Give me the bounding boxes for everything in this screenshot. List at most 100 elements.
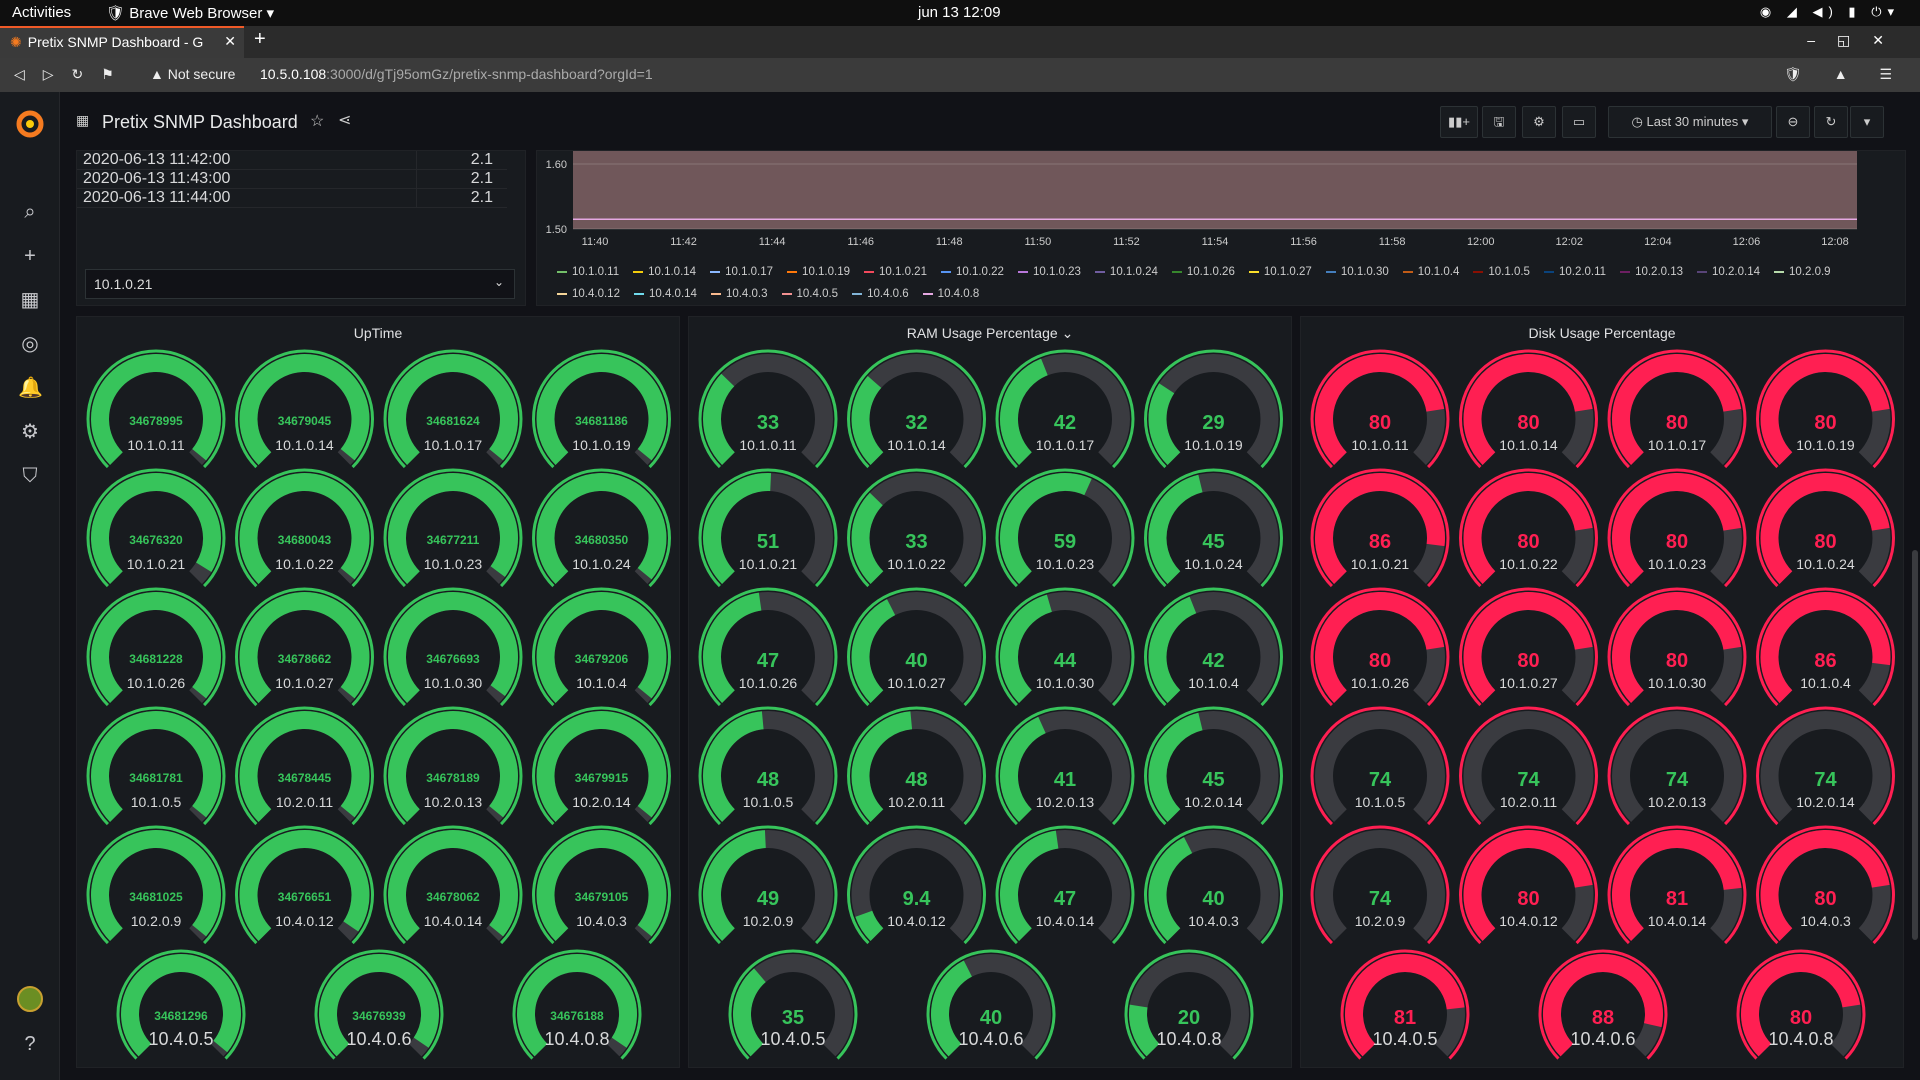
security-indicator[interactable]: ▲ Not secure [150, 66, 235, 82]
gauge: 80 10.1.0.19 [1756, 349, 1895, 469]
legend-item[interactable]: 10.1.0.17 [710, 261, 773, 283]
close-tab-icon[interactable]: ✕ [224, 33, 236, 50]
line-chart[interactable]: 1.60 1.50 11:40 11:42 11:44 11:46 11:48 11:50 11… [537, 151, 1907, 259]
gauge-value: 34681296 [154, 1009, 208, 1023]
gauge-value: 9.4 [903, 888, 932, 910]
dashboards-icon[interactable]: ▦ [18, 288, 42, 312]
gauge-value: 33 [905, 531, 927, 553]
gauge: 29 10.1.0.19 [1144, 349, 1283, 469]
dashboard-settings-button[interactable]: ⚙ [1522, 106, 1556, 138]
server-admin-shield-icon[interactable]: ⛉ [18, 464, 42, 488]
save-dashboard-button[interactable]: 🖫 [1482, 106, 1516, 138]
share-icon[interactable]: ⋖ [338, 110, 351, 130]
cycle-view-mode-button[interactable]: ▭ [1562, 106, 1596, 138]
legend-item[interactable]: 10.1.0.11 [557, 261, 619, 283]
table-cell-time: 2020-06-13 11:43:00 [77, 169, 417, 189]
gauge: 59 10.1.0.23 [995, 468, 1135, 588]
gauge: 34678189 10.2.0.13 [383, 706, 523, 826]
gauge-host-label: 10.1.0.17 [424, 437, 483, 453]
gauge-value: 80 [1369, 650, 1391, 672]
legend-item[interactable]: 10.2.0.13 [1620, 261, 1683, 283]
address-input[interactable]: 10.5.0.108:3000/d/gTj95omGz/pretix-snmp-… [260, 66, 653, 82]
legend-item[interactable]: 10.2.0.11 [1543, 261, 1606, 283]
alerting-bell-icon[interactable]: 🔔 [18, 376, 43, 400]
legend-item[interactable]: 10.1.0.26 [1171, 261, 1235, 283]
gauge: 80 10.1.0.23 [1607, 468, 1747, 588]
zoom-out-button[interactable]: ⊖ [1776, 106, 1810, 138]
legend-item[interactable]: 10.1.0.24 [1094, 261, 1158, 283]
host-select[interactable]: 10.1.0.21 ⌄ [85, 269, 515, 299]
legend-item[interactable]: 10.4.0.8 [922, 283, 979, 305]
clock[interactable]: jun 13 12:09 [918, 4, 1001, 21]
add-panel-button[interactable]: ▮▮+ [1440, 106, 1478, 138]
gauge: 40 10.1.0.27 [847, 587, 986, 707]
legend-swatch [1325, 270, 1336, 273]
legend-item[interactable]: 10.4.0.12 [557, 283, 620, 305]
gauge: 74 10.2.0.11 [1459, 706, 1598, 826]
create-icon[interactable]: + [18, 244, 42, 268]
gauge-value: 32 [905, 412, 927, 434]
gauge-value: 80 [1369, 412, 1391, 434]
refresh-button[interactable]: ↻ [1814, 106, 1848, 138]
grafana-logo-icon[interactable] [12, 106, 48, 142]
legend-swatch [1248, 270, 1259, 273]
search-icon[interactable]: ⌕ [18, 200, 42, 224]
gauge-host-label: 10.1.0.4 [576, 675, 627, 691]
legend-swatch [1094, 270, 1105, 273]
system-topbar: Activities 🛡 Brave Web Browser ▾ jun 13 … [0, 0, 1920, 26]
help-icon[interactable]: ? [18, 1032, 42, 1056]
legend-item[interactable]: 10.4.0.5 [781, 283, 838, 305]
browser-tab[interactable]: ✺ Pretix SNMP Dashboard - G ✕ [0, 26, 244, 58]
gauge: 42 10.1.0.17 [995, 349, 1135, 469]
configuration-gear-icon[interactable]: ⚙ [18, 420, 42, 444]
extension-icons[interactable]: 🛡 ▲ ☰ [1784, 66, 1906, 83]
legend-item[interactable]: 10.1.0.22 [940, 261, 1004, 283]
table-scroll-area[interactable]: 2020-06-13 11:42:00 2.1 2020-06-13 11:43:… [77, 151, 527, 263]
legend-swatch [1171, 270, 1182, 273]
legend-swatch [633, 270, 644, 273]
legend-item[interactable]: 10.1.0.14 [633, 261, 696, 283]
user-avatar[interactable] [17, 986, 43, 1012]
star-icon[interactable]: ☆ [310, 111, 324, 131]
legend-item[interactable]: 10.1.0.27 [1248, 261, 1312, 283]
legend-item[interactable]: 10.1.0.23 [1017, 261, 1081, 283]
legend-swatch [852, 292, 863, 295]
gauge: 32 10.1.0.14 [847, 349, 986, 469]
refresh-interval-dropdown[interactable]: ▾ [1850, 106, 1884, 138]
gauge: 47 10.4.0.14 [995, 825, 1135, 945]
app-menu[interactable]: 🛡 Brave Web Browser ▾ [106, 4, 274, 22]
y-tick-label: 1.60 [546, 159, 567, 171]
page-scrollbar[interactable] [1912, 550, 1918, 940]
new-tab-button[interactable]: + [254, 28, 266, 51]
legend-item[interactable]: 10.1.0.5 [1473, 261, 1530, 283]
gauge: 74 10.2.0.13 [1607, 706, 1747, 826]
legend-item[interactable]: 10.2.0.14 [1697, 261, 1760, 283]
legend-item[interactable]: 10.1.0.19 [787, 261, 850, 283]
system-tray[interactable]: ◉ ◢ ◀) ▮ ⏻▾ [1760, 4, 1900, 20]
gauge: 34679105 10.4.0.3 [532, 825, 671, 945]
legend-item[interactable]: 10.4.0.6 [852, 283, 909, 305]
app-name: Brave Web Browser [129, 5, 263, 22]
legend-item[interactable]: 10.2.0.9 [1774, 261, 1831, 283]
legend-swatch [864, 270, 875, 273]
explore-icon[interactable]: ◎ [18, 332, 42, 356]
gauge-fill [733, 968, 767, 1057]
legend-item[interactable]: 10.4.0.14 [633, 283, 697, 305]
legend-item[interactable]: 10.4.0.3 [710, 283, 768, 305]
nav-buttons[interactable]: ◁▷↻⚑ [14, 66, 132, 83]
gauge-host-label: 10.1.0.27 [1499, 675, 1558, 691]
activities-button[interactable]: Activities [12, 4, 71, 21]
time-range-picker[interactable]: ◷ Last 30 minutes ▾ [1608, 106, 1772, 138]
table-cell-value: 2.1 [415, 188, 507, 208]
window-controls[interactable]: –◱✕ [1807, 32, 1906, 49]
legend-item[interactable]: 10.1.0.4 [1402, 261, 1459, 283]
legend-item[interactable]: 10.1.0.30 [1325, 261, 1389, 283]
chart-legend: 10.1.0.11 10.1.0.14 10.1.0.17 10.1.0.19 10.1… [557, 261, 1897, 305]
gauge-host-label: 10.4.0.3 [1800, 913, 1851, 929]
gauge-value: 34676693 [426, 652, 480, 666]
gauge: 80 10.1.0.17 [1607, 349, 1747, 469]
dashboard-title[interactable]: Pretix SNMP Dashboard [102, 112, 298, 133]
gauge-host-label: 10.1.0.11 [1351, 437, 1409, 453]
legend-item[interactable]: 10.1.0.21 [864, 261, 927, 283]
gauge-host-label: 10.1.0.19 [1796, 437, 1855, 453]
